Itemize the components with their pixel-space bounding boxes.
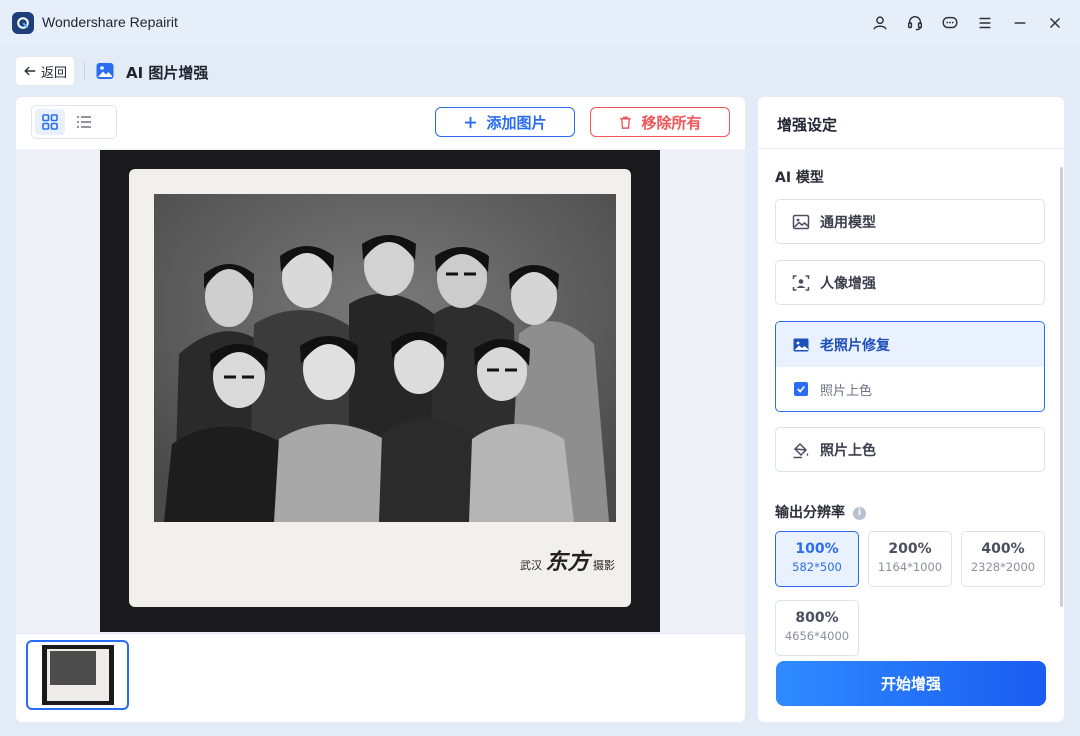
add-image-button[interactable]: 添加图片 (435, 107, 575, 137)
colorize-option-label: 照片上色 (820, 383, 873, 399)
resolution-dim: 2328*2000 (970, 560, 1036, 574)
list-view-button[interactable] (69, 109, 99, 135)
grid-icon (42, 114, 58, 130)
thumbnail-strip (16, 633, 745, 722)
settings-title: 增强设定 (758, 97, 1064, 149)
preview-panel: 添加图片 移除所有 武汉 东方 摄影 (16, 97, 745, 722)
settings-scrollbar[interactable] (1060, 167, 1063, 607)
resolution-800[interactable]: 800% 4656*4000 (775, 600, 859, 656)
resolution-dim: 1164*1000 (877, 560, 943, 574)
info-icon[interactable]: i (853, 506, 866, 520)
resolution-200[interactable]: 200% 1164*1000 (868, 531, 952, 587)
resolution-400[interactable]: 400% 2328*2000 (961, 531, 1045, 587)
check-icon (797, 385, 805, 393)
model-old-photo-restore[interactable]: 老照片修复 照片上色 (775, 321, 1045, 412)
arrow-left-icon (24, 66, 36, 76)
resolution-pct: 800% (795, 610, 839, 626)
resolution-pct: 100% (795, 541, 839, 557)
back-label: 返回 (40, 65, 67, 81)
preview-photo: 武汉 东方 摄影 (100, 150, 660, 632)
paint-bucket-icon (793, 442, 809, 458)
model-general[interactable]: 通用模型 (775, 199, 1045, 244)
app-logo-icon (12, 12, 34, 34)
app-title: Wondershare Repairit (42, 14, 178, 30)
stamp-name: 东方 (545, 549, 590, 575)
ai-model-label: AI 模型 (775, 170, 824, 186)
resolution-100[interactable]: 100% 582*500 (775, 531, 859, 587)
support-headset-icon[interactable] (904, 12, 926, 34)
plus-icon (465, 116, 477, 128)
output-resolution-text: 输出分辨率 (775, 505, 845, 521)
model-general-label: 通用模型 (820, 214, 876, 231)
back-button[interactable]: 返回 (16, 57, 74, 85)
portrait-icon (792, 274, 810, 291)
model-old-photo-header[interactable]: 老照片修复 (776, 322, 1044, 367)
image-thumbnail[interactable] (26, 640, 129, 710)
trash-icon (620, 116, 632, 129)
menu-icon[interactable] (974, 12, 996, 34)
thumbnail-image (41, 645, 114, 705)
start-enhance-button[interactable]: 开始增强 (776, 661, 1046, 706)
header-divider (84, 62, 85, 80)
stamp-suffix: 摄影 (593, 559, 616, 572)
account-icon[interactable] (869, 12, 891, 34)
model-portrait[interactable]: 人像增强 (775, 260, 1045, 305)
model-colorize-label: 照片上色 (820, 442, 876, 459)
model-portrait-label: 人像增强 (820, 275, 876, 292)
remove-all-button[interactable]: 移除所有 (590, 107, 730, 137)
output-resolution-label: 输出分辨率 i (775, 502, 866, 522)
chat-icon[interactable] (939, 12, 961, 34)
resolution-pct: 200% (888, 541, 932, 557)
resolution-dim: 4656*4000 (784, 629, 850, 643)
add-image-label: 添加图片 (486, 113, 547, 132)
view-toggle (31, 105, 117, 139)
grid-view-button[interactable] (35, 109, 65, 135)
photo-stamp: 武汉 东方 摄影 (520, 544, 615, 576)
model-colorize[interactable]: 照片上色 (775, 427, 1045, 472)
stamp-city: 武汉 (520, 559, 542, 572)
model-old-photo-label: 老照片修复 (820, 337, 890, 354)
resolution-dim: 582*500 (792, 560, 842, 574)
page-title: AI 图片增强 (126, 64, 209, 82)
photo-restore-icon (793, 338, 809, 351)
settings-panel: 增强设定 AI 模型 通用模型 人像增强 老照片修复 照片上色 照片上色 输出分… (758, 97, 1064, 722)
resolution-pct: 400% (981, 541, 1025, 557)
title-bar: Wondershare Repairit (0, 0, 1080, 46)
photo-print: 武汉 东方 摄影 (132, 172, 628, 604)
minimize-icon[interactable] (1009, 12, 1031, 34)
colorize-option[interactable]: 照片上色 (776, 367, 1044, 411)
image-icon (792, 214, 810, 229)
list-icon (77, 116, 91, 128)
colorize-checkbox[interactable] (794, 382, 808, 396)
image-enhance-icon (95, 61, 115, 81)
thumbnail-portrait (49, 651, 96, 685)
image-preview-area: 武汉 东方 摄影 (16, 149, 745, 633)
remove-all-label: 移除所有 (641, 113, 702, 132)
group-portrait-image (154, 194, 616, 522)
close-icon[interactable] (1044, 12, 1066, 34)
